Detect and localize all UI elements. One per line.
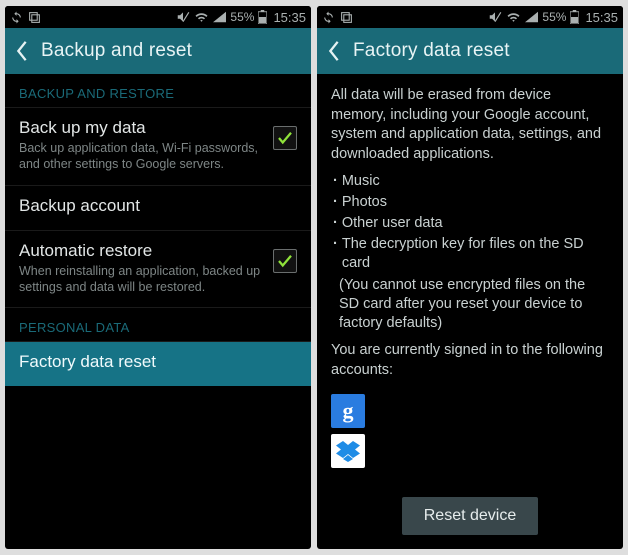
row-automatic-restore[interactable]: Automatic restore When reinstalling an a… [5,231,311,309]
battery-pct: 55% [542,10,566,24]
screen-factory-data-reset: 55% 15:35 Factory data reset All data wi… [317,6,623,549]
status-bar: 55% 15:35 [317,6,623,28]
row-backup-my-data[interactable]: Back up my data Back up application data… [5,108,311,186]
list-item: The decryption key for files on the SD c… [331,235,609,273]
signed-in-text: You are currently signed in to the follo… [317,337,623,386]
checkbox-automatic-restore[interactable] [273,249,297,273]
clock: 15:35 [273,10,306,25]
row-title: Factory data reset [19,352,289,372]
row-factory-data-reset[interactable]: Factory data reset [5,342,311,386]
dropbox-account-icon [331,434,365,468]
screen-title: Factory data reset [353,40,510,62]
signal-icon [213,11,226,23]
action-bar: Backup and reset [5,28,311,74]
row-subtitle: Back up application data, Wi-Fi password… [19,140,265,173]
battery-icon [570,10,579,24]
row-subtitle: When reinstalling an application, backed… [19,263,265,296]
sync-icon [10,11,23,24]
back-button[interactable] [319,28,349,74]
warning-text: All data will be erased from device memo… [317,74,623,170]
screen-backup-and-reset: 55% 15:35 Backup and reset BACKUP AND RE… [5,6,311,549]
screenshot-icon [340,11,353,24]
list-item: Music [331,172,609,191]
section-header-personal: PERSONAL DATA [5,308,311,341]
checkbox-backup-my-data[interactable] [273,126,297,150]
back-button[interactable] [7,28,37,74]
section-header-backup: BACKUP AND RESTORE [5,74,311,107]
battery-icon [258,10,267,24]
bullet-list: Music Photos Other user data The decrypt… [317,170,623,274]
account-icons: g [317,386,623,468]
row-backup-account[interactable]: Backup account [5,186,311,231]
reset-device-button[interactable]: Reset device [402,497,539,535]
list-item: Photos [331,193,609,212]
row-title: Automatic restore [19,241,265,261]
parenthetical-note: (You cannot use encrypted files on the S… [317,274,623,337]
row-title: Back up my data [19,118,265,138]
signal-icon [525,11,538,23]
wifi-icon [506,11,521,23]
google-account-icon: g [331,394,365,428]
wifi-icon [194,11,209,23]
sync-icon [322,11,335,24]
screenshot-icon [28,11,41,24]
list-item: Other user data [331,214,609,233]
mute-icon [488,10,502,24]
clock: 15:35 [585,10,618,25]
row-title: Backup account [19,196,289,216]
battery-pct: 55% [230,10,254,24]
mute-icon [176,10,190,24]
status-bar: 55% 15:35 [5,6,311,28]
action-bar: Factory data reset [317,28,623,74]
screen-title: Backup and reset [41,40,192,62]
